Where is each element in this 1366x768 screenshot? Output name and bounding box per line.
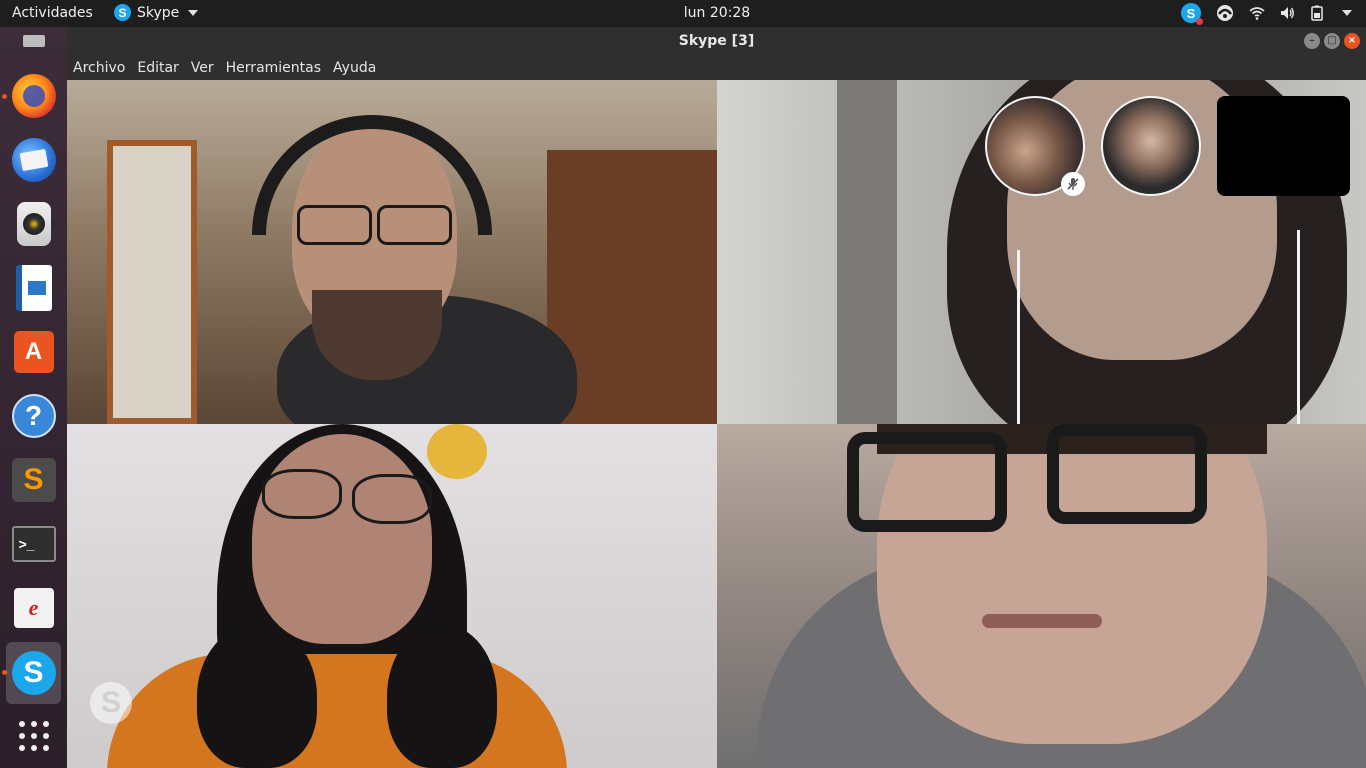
dock-item-firefox[interactable]: [6, 68, 61, 123]
thunderbird-icon: [11, 137, 56, 182]
skype-tray-icon[interactable]: S: [1181, 3, 1203, 25]
system-tray: S: [1181, 3, 1352, 25]
wifi-icon[interactable]: [1249, 5, 1265, 21]
dock-item-software[interactable]: A: [6, 324, 61, 379]
volume-icon[interactable]: [1279, 5, 1295, 21]
drive-icon: [22, 35, 45, 47]
menu-ver[interactable]: Ver: [191, 60, 214, 76]
person-mouth: [982, 614, 1102, 628]
skype-watermark-icon: S: [90, 682, 132, 724]
clock[interactable]: lun 20:28: [0, 5, 1366, 21]
window-controls: – □ ×: [1304, 33, 1360, 49]
microphone-muted-icon: [1061, 172, 1085, 196]
maximize-button[interactable]: □: [1324, 33, 1340, 49]
document-viewer-icon: e: [13, 587, 54, 628]
grid-icon: [18, 720, 49, 751]
writer-icon: [15, 264, 52, 311]
sublime-text-icon: S: [11, 457, 56, 502]
menu-archivo[interactable]: Archivo: [73, 60, 125, 76]
dock-item-thunderbird[interactable]: [6, 132, 61, 187]
help-icon: ?: [11, 393, 56, 438]
close-button[interactable]: ×: [1344, 33, 1360, 49]
glasses-right: [1047, 424, 1207, 524]
background-door: [107, 140, 197, 424]
earphone-cable: [1297, 230, 1300, 424]
glasses-right: [377, 205, 452, 245]
minimize-button[interactable]: –: [1304, 33, 1320, 49]
participant-thumbnail-2[interactable]: [1101, 96, 1201, 196]
menu-bar: Archivo Editar Ver Herramientas Ayuda: [67, 55, 1366, 80]
glasses-left: [297, 205, 372, 245]
earphone-cable: [1017, 250, 1020, 424]
video-tile-1[interactable]: [67, 80, 717, 424]
glasses-left: [847, 432, 1007, 532]
glasses-left: [262, 469, 342, 519]
chevron-down-icon[interactable]: [1342, 10, 1352, 16]
dock-item-terminal[interactable]: >_: [6, 516, 61, 571]
headset: [252, 115, 492, 235]
person-face: [252, 434, 432, 644]
rhythmbox-icon: [16, 201, 51, 246]
dock-item-help[interactable]: ?: [6, 388, 61, 443]
software-center-icon: A: [13, 330, 54, 373]
menu-editar[interactable]: Editar: [137, 60, 178, 76]
show-applications-button[interactable]: [6, 708, 61, 763]
dock-item-sublime[interactable]: S: [6, 452, 61, 507]
top-bar: Actividades S Skype lun 20:28 S: [0, 0, 1366, 27]
dock-item-rhythmbox[interactable]: [6, 196, 61, 251]
dock: A ? S >_ e S: [0, 27, 67, 768]
skype-icon: S: [11, 651, 56, 695]
video-tile-4[interactable]: [717, 424, 1366, 768]
background-pillar: [837, 80, 897, 424]
network-status-icon[interactable]: [1215, 3, 1235, 23]
menu-ayuda[interactable]: Ayuda: [333, 60, 376, 76]
person-hair-left: [197, 624, 317, 768]
dock-item-skype[interactable]: S: [6, 642, 61, 704]
video-tile-3[interactable]: [67, 424, 717, 768]
firefox-icon: [11, 73, 56, 118]
dock-item-evince[interactable]: e: [6, 580, 61, 635]
menu-herramientas[interactable]: Herramientas: [226, 60, 321, 76]
terminal-icon: >_: [11, 525, 56, 562]
window-title: Skype [3]: [678, 33, 755, 49]
glasses-right: [352, 474, 432, 524]
person-shirt: [107, 654, 567, 768]
battery-icon[interactable]: [1309, 5, 1325, 21]
background-sunflower: [427, 424, 487, 479]
participant-thumbnail-3[interactable]: [1217, 96, 1350, 196]
dock-scroll-up[interactable]: [6, 32, 61, 50]
dock-item-writer[interactable]: [6, 260, 61, 315]
window-titlebar[interactable]: Skype [3] – □ ×: [67, 27, 1366, 55]
person-hair-right: [387, 624, 497, 768]
